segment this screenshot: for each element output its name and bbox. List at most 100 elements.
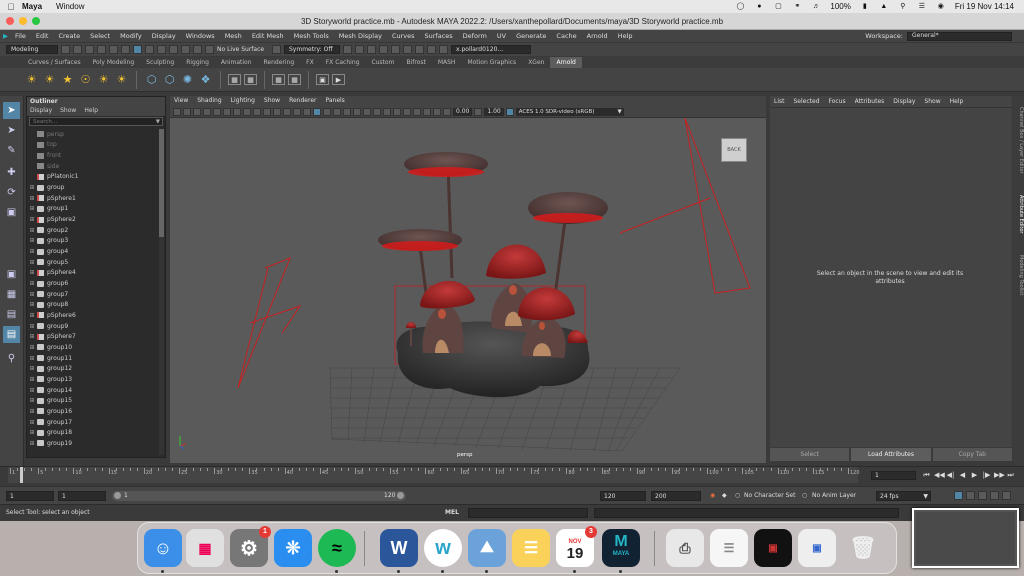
expand-icon[interactable]: ⊞ [27, 429, 37, 436]
flush-cache-icon[interactable]: ❖ [198, 72, 213, 87]
outliner-item[interactable]: front [27, 150, 157, 161]
viewport-menu-shading[interactable]: Shading [197, 96, 221, 106]
range-slider[interactable]: 1 120 [112, 491, 406, 501]
ae-menu-list[interactable]: List [774, 96, 785, 107]
render-setup-icon[interactable] [403, 45, 412, 54]
siri-icon[interactable]: ◉ [936, 3, 946, 11]
expand-icon[interactable]: ⊞ [27, 408, 37, 415]
outliner-item[interactable]: ⊞ group13 [27, 374, 157, 385]
fps-dropdown[interactable]: 24 fps ▼ [876, 491, 931, 501]
word-icon[interactable]: W [380, 529, 418, 567]
expand-icon[interactable]: ⊞ [27, 301, 37, 308]
render-view-icon[interactable]: ▣ [316, 74, 329, 85]
expand-icon[interactable]: ⊞ [27, 269, 37, 276]
rotate-tool-icon[interactable]: ⟳ [3, 184, 20, 201]
expand-icon[interactable]: ⊞ [27, 376, 37, 383]
paint-select-tool-icon[interactable]: ✎ [3, 142, 20, 159]
smooth-shade-icon[interactable] [313, 107, 321, 116]
snap-view-icon[interactable] [193, 45, 202, 54]
character-set-dropdown[interactable]: No Character Set [744, 491, 806, 501]
save-scene-icon[interactable] [85, 45, 94, 54]
play-back-icon[interactable]: ◀ [958, 470, 967, 480]
color-management-icon[interactable] [505, 107, 514, 116]
gamma-field[interactable]: 1.00 [484, 107, 504, 116]
printer-icon[interactable]: ⎙ [666, 529, 704, 567]
exposure-field[interactable]: 0.00 [453, 107, 473, 116]
bookmark-icon[interactable] [193, 107, 201, 116]
outliner-item[interactable]: ⊞ group17 [27, 417, 157, 428]
outliner-item[interactable]: ⊞ group8 [27, 300, 157, 311]
scale-tool-icon[interactable]: ▣ [3, 204, 20, 221]
outliner-item[interactable]: ⊞ group15 [27, 395, 157, 406]
sound-icon[interactable] [966, 491, 975, 500]
select-tool-icon[interactable]: ➤ [3, 102, 20, 119]
snap-curve-icon[interactable] [169, 45, 178, 54]
menu-edit[interactable]: Edit [31, 32, 54, 40]
xray-components-icon[interactable] [433, 107, 441, 116]
copy-tab-button[interactable]: Copy Tab [932, 448, 1012, 461]
persp-outliner-icon[interactable]: ▤ [3, 306, 20, 323]
move-tool-icon[interactable]: ✚ [3, 164, 20, 181]
default-material-icon[interactable] [323, 107, 331, 116]
menu-generate[interactable]: Generate [511, 32, 551, 40]
outliner-item[interactable]: ⊞ group11 [27, 353, 157, 364]
symmetry-dropdown[interactable]: Symmetry: Off [284, 45, 340, 54]
outliner-menu-show[interactable]: Show [60, 106, 76, 116]
outliner-item[interactable]: ⊞ group14 [27, 385, 157, 396]
menu-windows[interactable]: Windows [181, 32, 220, 40]
play-forward-icon[interactable]: ▶ [970, 470, 979, 480]
ipr-render-icon[interactable] [367, 45, 376, 54]
standin-icon[interactable]: ⬡ [144, 72, 159, 87]
viewcube[interactable]: BACK [721, 138, 747, 162]
expand-icon[interactable]: ⊞ [27, 312, 37, 319]
time-ticks[interactable]: 1 5 10 15 20 25 30 35 40 45 50 55 60 65 70 75 80 85 90 95 10… [8, 467, 860, 483]
finder-icon[interactable]: ☺ [144, 529, 182, 567]
character-set-icon[interactable]: ○ [735, 491, 740, 501]
expand-icon[interactable]: ⊞ [27, 248, 37, 255]
physical-sky-icon[interactable]: ☀ [96, 72, 111, 87]
screenshot-2-icon[interactable]: ▣ [798, 529, 836, 567]
select-component-icon[interactable] [145, 45, 154, 54]
viewport-menu-renderer[interactable]: Renderer [289, 96, 316, 106]
end-time-field[interactable]: 200 [651, 491, 701, 501]
outliner-scrollbar[interactable] [159, 129, 164, 455]
expand-icon[interactable]: ⊞ [27, 355, 37, 362]
shelf-tab-sculpting[interactable]: Sculpting [140, 57, 180, 68]
expand-icon[interactable]: ⊞ [27, 184, 37, 191]
lights-icon[interactable] [353, 107, 361, 116]
current-frame-marker[interactable] [20, 467, 23, 483]
light-editor-icon[interactable] [415, 45, 424, 54]
menu-curves[interactable]: Curves [387, 32, 420, 40]
battery-icon[interactable]: ▮ [860, 3, 870, 11]
grease-pencil-icon[interactable] [223, 107, 231, 116]
ambient-occlusion-icon[interactable] [373, 107, 381, 116]
anim-layer-dropdown[interactable]: No Anim Layer [812, 491, 870, 501]
ae-menu-focus[interactable]: Focus [829, 96, 846, 107]
camera-attr-icon[interactable] [183, 107, 191, 116]
viewport-persp[interactable]: BACK persp [170, 118, 766, 463]
document-icon[interactable]: ☰ [710, 529, 748, 567]
outliner-item[interactable]: ⊞ group2 [27, 225, 157, 236]
open-scene-icon[interactable] [73, 45, 82, 54]
volume-icon-shelf[interactable]: ⬡ [162, 72, 177, 87]
expand-icon[interactable]: ⊞ [27, 323, 37, 330]
shelf-tab-rigging[interactable]: Rigging [180, 57, 215, 68]
shadows-icon[interactable] [363, 107, 371, 116]
xray-icon[interactable] [413, 107, 421, 116]
image-plane-icon[interactable] [203, 107, 211, 116]
single-perspective-icon[interactable]: ▣ [3, 266, 20, 283]
start-time-field[interactable]: 1 [6, 491, 54, 501]
record-icon[interactable]: ● [754, 3, 764, 11]
shelf-tab-rendering[interactable]: Rendering [258, 57, 301, 68]
workspace-dropdown[interactable]: General* [907, 31, 1012, 41]
redo-icon[interactable] [109, 45, 118, 54]
preview-icon[interactable]: ⛰ [468, 529, 506, 567]
headphones-icon[interactable]: ⚭ [792, 3, 802, 11]
expand-icon[interactable]: ⊞ [27, 419, 37, 426]
viewport-menu-view[interactable]: View [174, 96, 188, 106]
shelf-tab-fx-caching[interactable]: FX Caching [320, 57, 366, 68]
outliner-item[interactable]: ⊞ pSphere2 [27, 214, 157, 225]
menu-create[interactable]: Create [53, 32, 85, 40]
notes-icon[interactable]: ☰ [512, 529, 550, 567]
new-scene-icon[interactable] [61, 45, 70, 54]
